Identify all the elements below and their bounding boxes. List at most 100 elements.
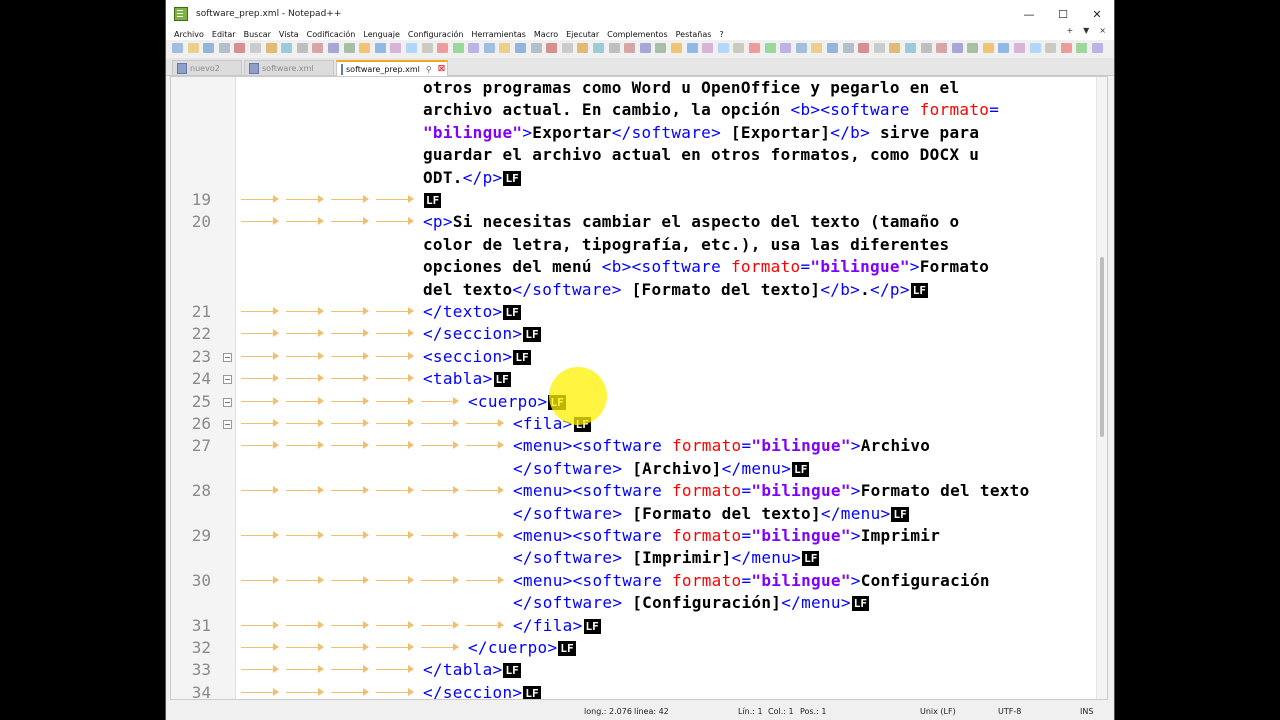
toolbar-icon[interactable] xyxy=(717,43,729,53)
toolbar-icon[interactable] xyxy=(624,43,636,53)
new-tab-plus-icon[interactable]: + xyxy=(1066,26,1073,35)
toolbar-icon[interactable] xyxy=(468,43,480,53)
toolbar-icon[interactable] xyxy=(686,43,698,53)
menu-buscar[interactable]: Buscar xyxy=(244,30,271,39)
code-line[interactable]: <menu><software formato="bilingue">Forma… xyxy=(513,480,1030,502)
toolbar-icon[interactable] xyxy=(312,43,324,53)
toolbar-icon[interactable] xyxy=(296,43,308,53)
code-line[interactable]: </software> [Formato del texto]</menu> LF xyxy=(513,503,909,526)
toolbar-icon[interactable] xyxy=(936,43,948,53)
menu-archivo[interactable]: Archivo xyxy=(174,30,204,39)
toolbar-icon[interactable] xyxy=(951,43,963,53)
code-line[interactable]: guardar el archivo actual en otros forma… xyxy=(423,144,979,166)
toolbar-icon[interactable] xyxy=(374,43,386,53)
code-line[interactable]: </tabla> LF xyxy=(423,659,521,682)
code-line[interactable]: </software> [Archivo]</menu> LF xyxy=(513,458,810,481)
code-line[interactable]: </cuerpo> LF xyxy=(468,637,576,660)
toolbar-icon[interactable] xyxy=(359,43,371,53)
toolbar-icon[interactable] xyxy=(343,43,355,53)
toolbar-icon[interactable] xyxy=(873,43,885,53)
toolbar-icon[interactable] xyxy=(281,43,293,53)
code-line[interactable]: "bilingue">Exportar</software> [Exportar… xyxy=(423,122,979,144)
code-line[interactable]: LF xyxy=(423,189,442,212)
toolbar-icon[interactable] xyxy=(234,43,246,53)
menu-complementos[interactable]: Complementos xyxy=(607,30,667,39)
toolbar-icon[interactable] xyxy=(889,43,901,53)
code-line[interactable]: del texto</software> [Formato del texto]… xyxy=(423,279,929,302)
menu-codificacion[interactable]: Codificación xyxy=(307,30,356,39)
code-editor[interactable]: otros programas como Word u OpenOffice y… xyxy=(170,76,1108,700)
toolbar-icon[interactable] xyxy=(499,43,511,53)
code-line[interactable]: </fila> LF xyxy=(513,615,601,638)
toolbar-icon[interactable] xyxy=(327,43,339,53)
code-line[interactable]: </software> [Imprimir]</menu> LF xyxy=(513,547,820,570)
code-line[interactable]: otros programas como Word u OpenOffice y… xyxy=(423,77,959,99)
toolbar-icon[interactable] xyxy=(515,43,527,53)
toolbar-icon[interactable] xyxy=(858,43,870,53)
toolbar-icon[interactable] xyxy=(764,43,776,53)
toolbar-icon[interactable] xyxy=(671,43,682,53)
toolbar-icon[interactable] xyxy=(530,43,542,53)
toolbar-icon[interactable] xyxy=(561,43,573,53)
minimize-button[interactable]: — xyxy=(1012,0,1046,28)
menu-help[interactable]: ? xyxy=(719,30,723,39)
toolbar-icon[interactable] xyxy=(421,43,433,53)
code-line[interactable]: </seccion> LF xyxy=(423,323,541,346)
toolbar-icon[interactable] xyxy=(639,43,651,53)
toolbar-icon[interactable] xyxy=(608,43,620,53)
pin-icon[interactable]: ⚲ xyxy=(426,65,432,74)
toolbar-icon[interactable] xyxy=(405,43,417,53)
code-line[interactable]: </texto> LF xyxy=(423,301,521,324)
toolbar-icon[interactable] xyxy=(842,43,854,53)
toolbar-icon[interactable] xyxy=(1045,43,1057,53)
toolbar-icon[interactable] xyxy=(967,43,979,53)
toolbar-icon[interactable] xyxy=(593,43,605,53)
toolbar-icon[interactable] xyxy=(702,43,714,53)
maximize-button[interactable]: ☐ xyxy=(1046,0,1080,28)
code-line[interactable]: color de letra, tipografía, etc.), usa l… xyxy=(423,234,949,256)
menu-editar[interactable]: Editar xyxy=(212,30,236,39)
code-line[interactable]: <menu><software formato="bilingue">Archi… xyxy=(513,435,930,457)
vertical-scrollbar[interactable] xyxy=(1096,77,1107,699)
menu-configuracion[interactable]: Configuración xyxy=(408,30,464,39)
toolbar-icon[interactable] xyxy=(249,43,261,53)
toolbar-icon[interactable] xyxy=(390,43,402,53)
toolbar-icon[interactable] xyxy=(437,43,449,53)
scrollbar-thumb[interactable] xyxy=(1100,257,1104,437)
tab-software-prep-xml[interactable]: software_prep.xml ⚲ ⊠ xyxy=(336,60,448,76)
toolbar-icon[interactable] xyxy=(218,43,230,53)
toolbar-icon[interactable] xyxy=(1029,43,1041,53)
menu-macro[interactable]: Macro xyxy=(534,30,558,39)
toolbar-icon[interactable] xyxy=(1076,43,1088,53)
toolbar-icon[interactable] xyxy=(1092,43,1104,53)
code-line[interactable]: <menu><software formato="bilingue">Impri… xyxy=(513,525,940,547)
code-line[interactable]: <menu><software formato="bilingue">Confi… xyxy=(513,570,990,592)
toolbar-icon[interactable] xyxy=(748,43,760,53)
tab-list-dropdown-icon[interactable]: ▼ xyxy=(1083,26,1089,35)
code-line[interactable]: <tabla> LF xyxy=(423,368,511,391)
toolbar-icon[interactable] xyxy=(1014,43,1026,53)
close-button[interactable]: ✕ xyxy=(1080,0,1114,28)
code-line[interactable]: </software> [Configuración]</menu> LF xyxy=(513,592,869,615)
toolbar-icon[interactable] xyxy=(733,43,745,53)
code-line[interactable]: <p>Si necesitas cambiar el aspecto del t… xyxy=(423,211,959,233)
code-line[interactable]: </seccion> LF xyxy=(423,682,541,699)
close-document-icon[interactable]: × xyxy=(1099,26,1106,35)
toolbar-icon[interactable] xyxy=(826,43,838,53)
toolbar-icon[interactable] xyxy=(187,43,199,53)
toolbar-icon[interactable] xyxy=(172,43,183,53)
tab-software-xml[interactable]: software.xml xyxy=(244,60,334,75)
toolbar-icon[interactable] xyxy=(998,43,1010,53)
toolbar-icon[interactable] xyxy=(577,43,589,53)
toolbar-icon[interactable] xyxy=(452,43,464,53)
toolbar-icon[interactable] xyxy=(483,43,495,53)
toolbar-icon[interactable] xyxy=(1060,43,1072,53)
menu-ejecutar[interactable]: Ejecutar xyxy=(566,30,599,39)
toolbar-icon[interactable] xyxy=(203,43,215,53)
toolbar-icon[interactable] xyxy=(920,43,932,53)
code-line[interactable]: archivo actual. En cambio, la opción <b>… xyxy=(423,99,1009,121)
menu-vista[interactable]: Vista xyxy=(279,30,299,39)
menu-herramientas[interactable]: Herramientas xyxy=(471,30,526,39)
toolbar-icon[interactable] xyxy=(904,43,916,53)
code-line[interactable]: <seccion> LF xyxy=(423,346,531,369)
